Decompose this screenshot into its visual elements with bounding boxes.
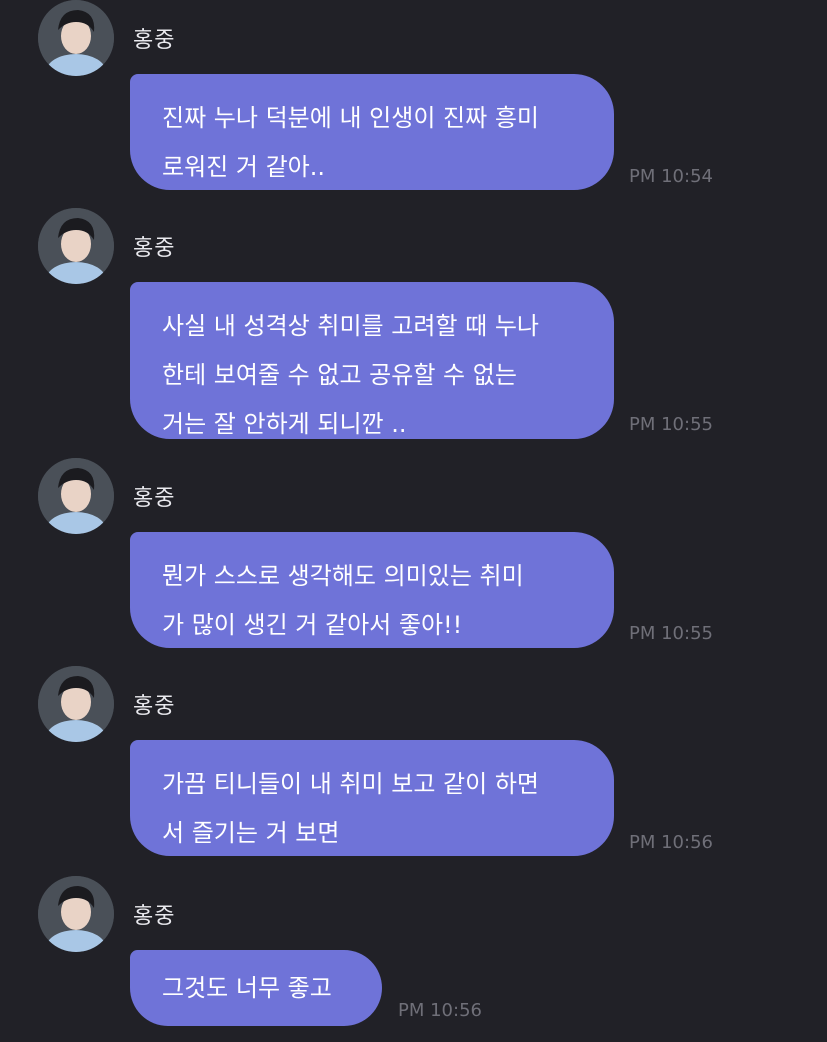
avatar[interactable] [38, 666, 114, 742]
message-text: 사실 내 성격상 취미를 고려할 때 누나 [162, 312, 539, 340]
profile-photo-icon [38, 666, 114, 742]
message-text: 서 즐기는 거 보면 [162, 819, 340, 847]
message-text: 한테 보여줄 수 없고 공유할 수 없는 [162, 361, 517, 389]
message-text: 거는 잘 안하게 되니깐 .. [162, 410, 407, 438]
message-bubble[interactable]: 뭔가 스스로 생각해도 의미있는 취미 가 많이 생긴 거 같아서 좋아!! [130, 532, 614, 648]
profile-photo-icon [38, 208, 114, 284]
sender-name: 홍중 [133, 486, 176, 511]
message-text: 가 많이 생긴 거 같아서 좋아!! [162, 611, 463, 639]
message-timestamp: PM 10:56 [629, 832, 713, 853]
avatar[interactable] [38, 0, 114, 76]
message-bubble[interactable]: 사실 내 성격상 취미를 고려할 때 누나 한테 보여줄 수 없고 공유할 수 … [130, 282, 614, 439]
avatar[interactable] [38, 208, 114, 284]
message-text: 그것도 너무 좋고 [162, 974, 332, 1002]
sender-name: 홍중 [133, 904, 176, 929]
message-timestamp: PM 10:54 [629, 166, 713, 187]
message-bubble[interactable]: 가끔 티니들이 내 취미 보고 같이 하면 서 즐기는 거 보면 [130, 740, 614, 856]
sender-name: 홍중 [133, 694, 176, 719]
message-text: 뭔가 스스로 생각해도 의미있는 취미 [162, 562, 524, 590]
message-bubble[interactable]: 진짜 누나 덕분에 내 인생이 진짜 흥미 로워진 거 같아.. [130, 74, 614, 190]
profile-photo-icon [38, 876, 114, 952]
profile-photo-icon [38, 0, 114, 76]
profile-photo-icon [38, 458, 114, 534]
message-text: 진짜 누나 덕분에 내 인생이 진짜 흥미 [162, 104, 539, 132]
sender-name: 홍중 [133, 236, 176, 261]
message-timestamp: PM 10:55 [629, 623, 713, 644]
message-timestamp: PM 10:55 [629, 414, 713, 435]
avatar[interactable] [38, 458, 114, 534]
avatar[interactable] [38, 876, 114, 952]
message-text: 가끔 티니들이 내 취미 보고 같이 하면 [162, 770, 539, 798]
sender-name: 홍중 [133, 28, 176, 53]
message-timestamp: PM 10:56 [398, 1000, 482, 1021]
message-bubble[interactable]: 그것도 너무 좋고 [130, 950, 382, 1026]
message-text: 로워진 거 같아.. [162, 153, 325, 181]
